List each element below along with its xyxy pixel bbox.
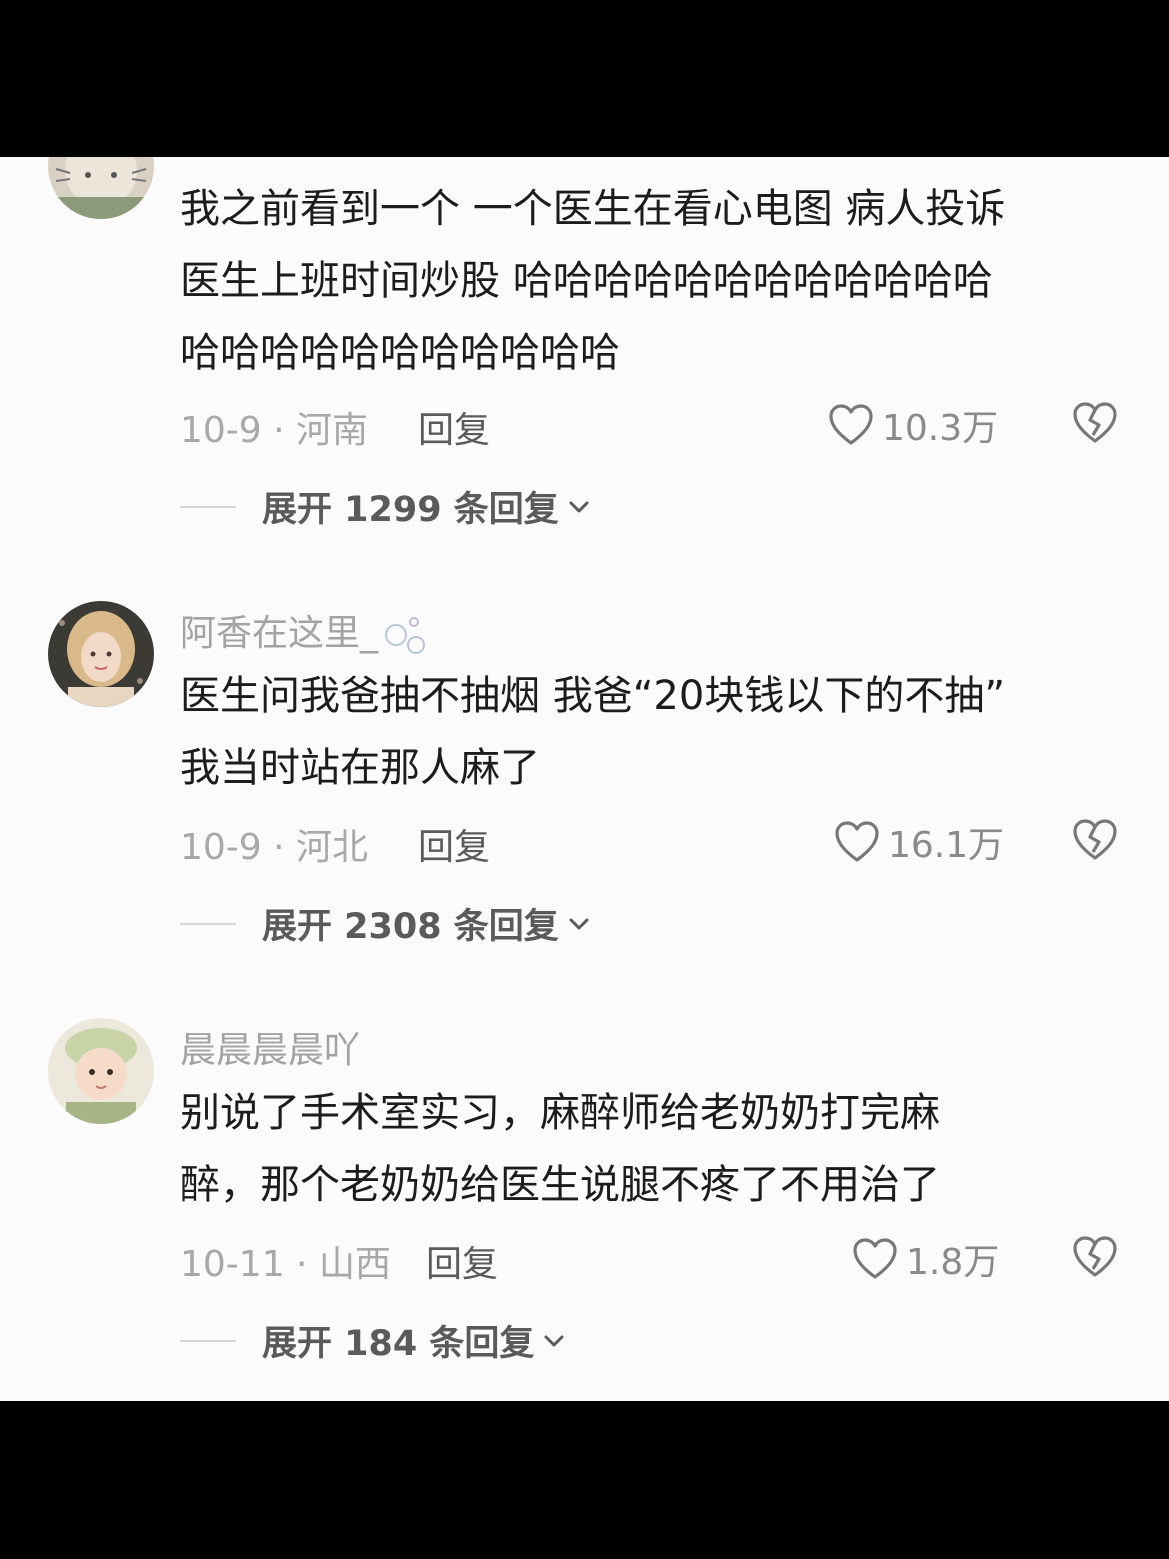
expand-replies-label: 展开 1299 条回复 bbox=[262, 490, 559, 530]
avatar[interactable] bbox=[48, 157, 154, 219]
comment-line: 医生上班时间炒股 哈哈哈哈哈哈哈哈哈哈哈哈 bbox=[180, 258, 993, 304]
comment-line: 哈哈哈哈哈哈哈哈哈哈哈 bbox=[180, 330, 620, 376]
avatar[interactable] bbox=[48, 601, 154, 707]
bottom-letterbox bbox=[0, 1401, 1169, 1559]
reply-button[interactable]: 回复 bbox=[426, 1235, 498, 1287]
date-location: 10-9 · 河北 bbox=[180, 827, 369, 868]
comment-line: 我当时站在那人麻了 bbox=[180, 745, 540, 791]
username-text: 阿香在这里_ bbox=[180, 613, 379, 654]
divider bbox=[180, 505, 236, 508]
dislike-button[interactable] bbox=[1072, 1235, 1118, 1283]
username-text: 晨晨晨晨吖 bbox=[180, 1030, 361, 1071]
broken-heart-icon bbox=[1073, 402, 1117, 443]
username[interactable]: 晨晨晨晨吖 bbox=[180, 1021, 360, 1073]
dislike-button[interactable] bbox=[1072, 401, 1118, 449]
divider bbox=[180, 1339, 236, 1342]
comment-line: 医生问我爸抽不抽烟 我爸“20块钱以下的不抽” bbox=[180, 673, 1006, 719]
top-letterbox bbox=[0, 0, 1169, 157]
woman-photo-avatar-icon bbox=[48, 601, 154, 707]
comment-text: 医生问我爸抽不抽烟 我爸“20块钱以下的不抽” 我当时站在那人麻了 bbox=[180, 660, 1120, 804]
broken-heart-icon bbox=[1073, 1236, 1117, 1277]
chevron-down-icon bbox=[569, 918, 589, 929]
date-location: 10-11 · 山西 bbox=[180, 1244, 391, 1285]
like-count: 1.8万 bbox=[906, 1242, 1000, 1283]
like-count: 10.3万 bbox=[882, 408, 999, 449]
like-button[interactable]: 16.1万 bbox=[834, 816, 1004, 868]
chevron-down-icon bbox=[544, 1335, 564, 1346]
like-count: 16.1万 bbox=[888, 825, 1005, 866]
heart-outline-icon bbox=[835, 821, 879, 862]
like-button[interactable]: 1.8万 bbox=[852, 1233, 999, 1285]
comment-line: 我之前看到一个 一个医生在看心电图 病人投诉 bbox=[180, 186, 1006, 232]
date-location: 10-9 · 河南 bbox=[180, 410, 369, 451]
comment-line: 醉，那个老奶奶给医生说腿不疼了不用治了 bbox=[180, 1162, 940, 1208]
heart-outline-icon bbox=[829, 404, 873, 445]
like-button[interactable]: 10.3万 bbox=[828, 399, 998, 451]
reply-button[interactable]: 回复 bbox=[418, 818, 490, 870]
comment-line: 别说了手术室实习，麻醉师给老奶奶打完麻 bbox=[180, 1090, 940, 1136]
chevron-down-icon bbox=[569, 501, 589, 512]
expand-replies-button[interactable]: 展开 2308 条回复 bbox=[180, 898, 591, 949]
divider bbox=[180, 922, 236, 925]
heart-outline-icon bbox=[853, 1238, 897, 1279]
expand-replies-button[interactable]: 展开 1299 条回复 bbox=[180, 481, 591, 532]
avatar[interactable] bbox=[48, 1018, 154, 1124]
cartoon-avatar-icon bbox=[48, 157, 154, 219]
comment-list[interactable]: 我之前看到一个 一个医生在看心电图 病人投诉 医生上班时间炒股 哈哈哈哈哈哈哈哈… bbox=[0, 157, 1169, 1401]
expand-replies-button[interactable]: 展开 184 条回复 bbox=[180, 1315, 566, 1366]
dislike-button[interactable] bbox=[1072, 818, 1118, 866]
comment-text: 别说了手术室实习，麻醉师给老奶奶打完麻 醉，那个老奶奶给医生说腿不疼了不用治了 bbox=[180, 1077, 1120, 1221]
expand-replies-label: 展开 184 条回复 bbox=[262, 1324, 535, 1364]
baby-photo-avatar-icon bbox=[48, 1018, 154, 1124]
reply-button[interactable]: 回复 bbox=[418, 401, 490, 453]
broken-heart-icon bbox=[1073, 819, 1117, 860]
expand-replies-label: 展开 2308 条回复 bbox=[262, 907, 559, 947]
username[interactable]: 阿香在这里_ bbox=[180, 604, 428, 657]
comment-text: 我之前看到一个 一个医生在看心电图 病人投诉 医生上班时间炒股 哈哈哈哈哈哈哈哈… bbox=[180, 173, 1120, 389]
bubbles-icon bbox=[385, 617, 426, 654]
